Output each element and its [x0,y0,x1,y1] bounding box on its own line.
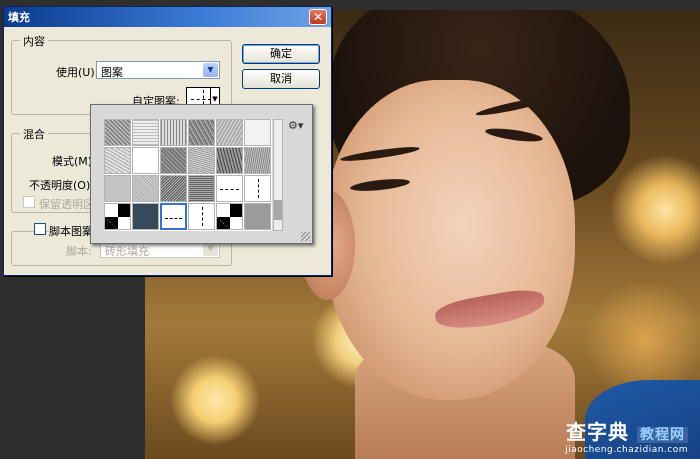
chevron-down-icon: ▼ [203,63,218,77]
resize-grip-icon[interactable] [301,232,310,241]
picker-scrollbar[interactable] [273,119,283,231]
dialog-title: 填充 [8,11,30,24]
dialog-titlebar[interactable]: 填充 [4,7,331,27]
pattern-swatch-21-selected[interactable] [160,203,187,230]
pattern-swatch-9[interactable] [160,147,187,174]
photo-face [325,80,575,400]
pattern-swatch-8[interactable] [132,147,159,174]
gear-icon[interactable]: ⚙▾ [288,119,306,133]
preserve-transparency-label: 保留透明区域 [39,198,91,211]
pattern-swatch-13[interactable] [104,175,131,202]
pattern-swatch-17[interactable] [216,175,243,202]
pattern-swatch-10[interactable] [188,147,215,174]
pattern-swatch-14[interactable] [132,175,159,202]
ok-button[interactable]: 确定 [242,44,320,64]
script-pattern-label: 脚本图案 [49,223,95,239]
pattern-swatch-2[interactable] [132,119,159,146]
script-label: 脚本: [66,245,92,258]
pattern-swatch-1[interactable] [104,119,131,146]
watermark-main: 查字典 教程网 [565,416,688,445]
pattern-swatch-6[interactable] [244,119,271,146]
pattern-swatch-23[interactable] [216,203,243,230]
pattern-swatch-19[interactable] [104,203,131,230]
close-icon[interactable]: ✕ [309,9,327,25]
picker-scroll-thumb[interactable] [274,200,282,220]
pattern-swatch-20[interactable] [132,203,159,230]
cancel-button[interactable]: 取消 [242,69,320,89]
pattern-swatch-5[interactable] [216,119,243,146]
chevron-down-icon: ▼ [203,242,218,256]
watermark: 查字典 教程网 jiaocheng.chazidian.com [565,416,688,455]
use-select[interactable]: 图案 ▼ [96,61,220,79]
opacity-label: 不透明度(O): [29,179,94,192]
pattern-swatch-22[interactable] [188,203,215,230]
pattern-swatch-11[interactable] [216,147,243,174]
script-select-value: 砖形填充 [105,245,149,258]
pattern-grid [104,119,272,231]
swatch-dash [191,99,211,100]
use-label: 使用(U): [56,66,99,79]
pattern-swatch-4[interactable] [188,119,215,146]
blend-group-legend: 混合 [20,126,48,142]
pattern-swatch-15[interactable] [160,175,187,202]
watermark-main-left: 查字典 [566,420,630,444]
pattern-swatch-24[interactable] [244,203,271,230]
pattern-swatch-16[interactable] [188,175,215,202]
pattern-swatch-3[interactable] [160,119,187,146]
script-pattern-checkbox[interactable] [34,223,46,235]
pattern-swatch-18[interactable] [244,175,271,202]
use-select-value: 图案 [101,66,123,79]
watermark-main-right: 教程网 [637,427,688,443]
pattern-swatch-12[interactable] [244,147,271,174]
pattern-picker: ⚙▾ [90,104,313,244]
pattern-swatch-7[interactable] [104,147,131,174]
preserve-transparency-checkbox[interactable] [23,196,35,208]
screen: 查字典 教程网 jiaocheng.chazidian.com 填充 ✕ 内容 … [0,0,700,459]
content-group-legend: 内容 [20,33,48,49]
watermark-url: jiaocheng.chazidian.com [565,445,688,455]
